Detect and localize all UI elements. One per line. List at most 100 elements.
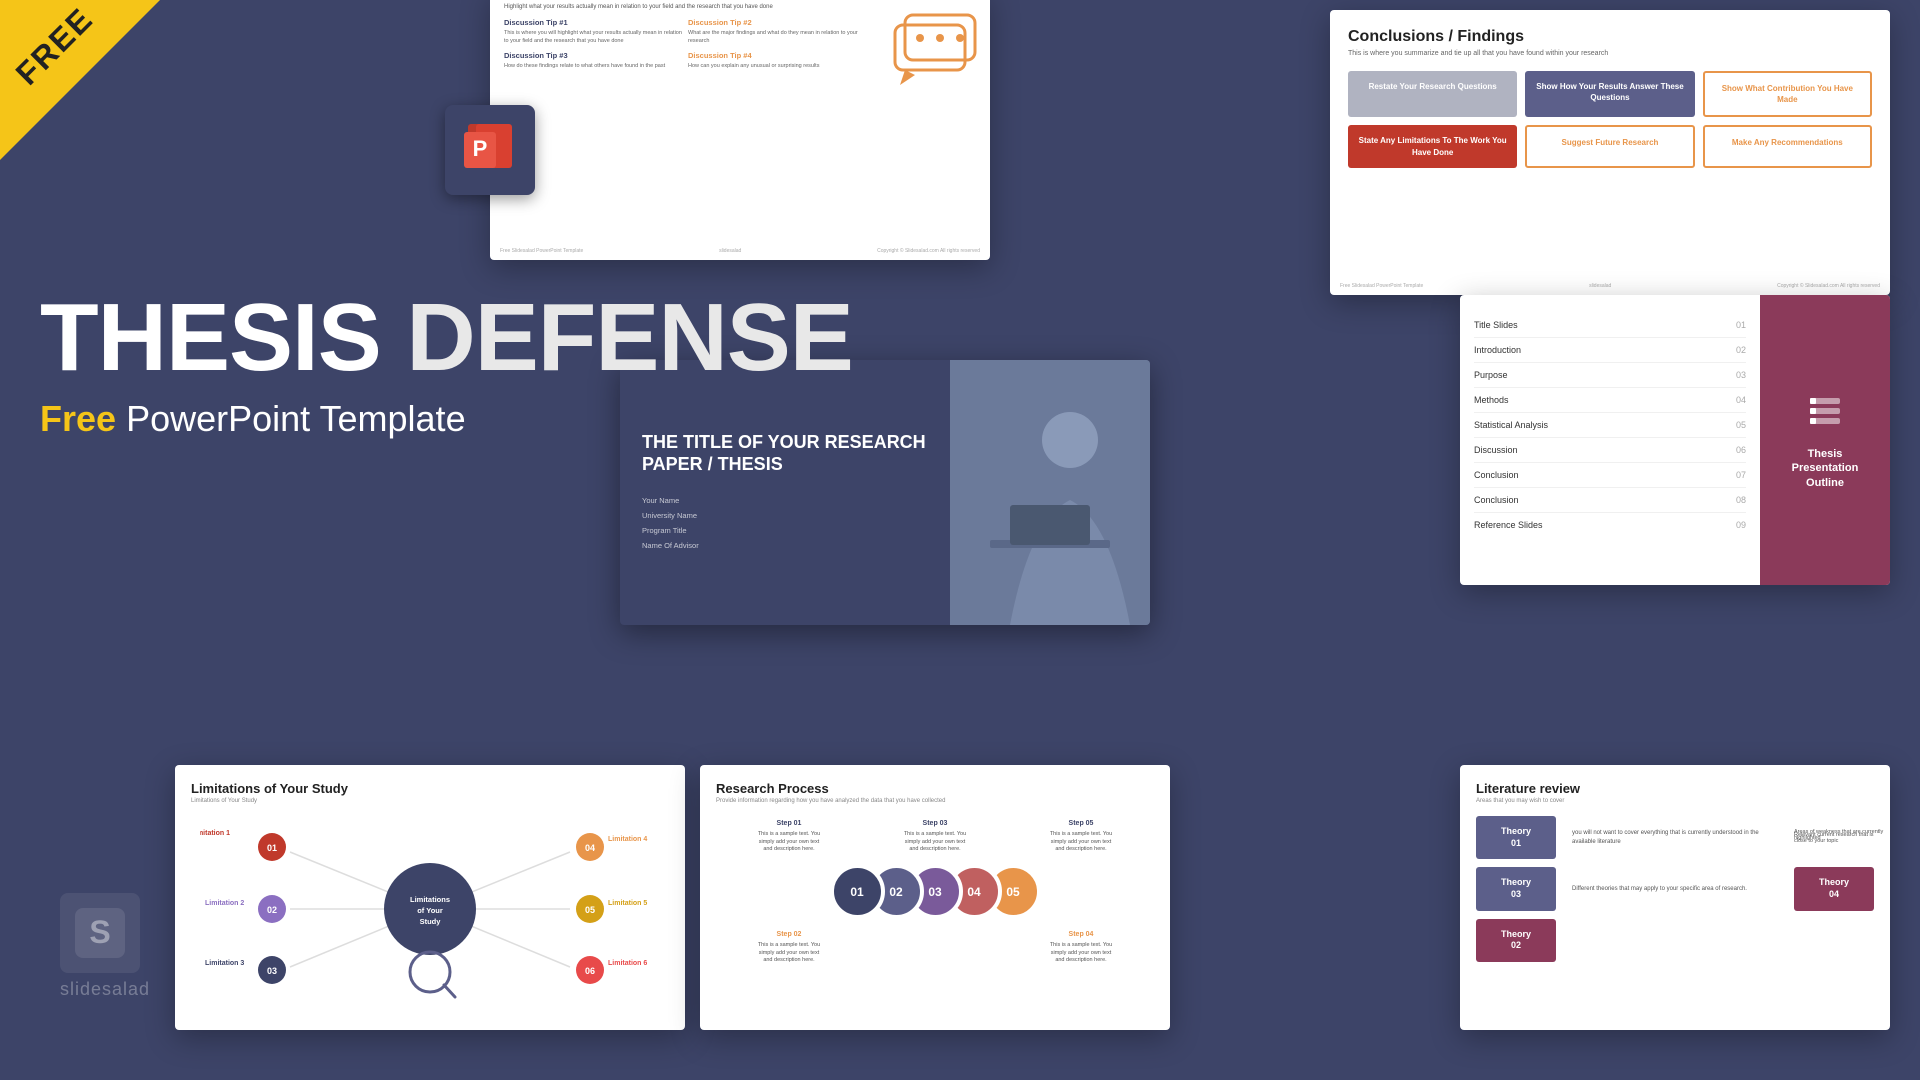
subtitle: Free PowerPoint Template (40, 398, 853, 440)
toc-icon (1805, 390, 1845, 435)
res-step-02-label: Step 02 (754, 931, 824, 938)
concl-footer: Free Slidesalad PowerPoint Template slid… (1330, 283, 1890, 289)
svg-text:Study: Study (420, 917, 442, 926)
slidesalad-name: slidesalad (60, 979, 150, 1000)
defense-word: DEFENSE (406, 284, 852, 391)
disc-tip2: Discussion Tip #2 What are the major fin… (688, 18, 866, 45)
toc-right-title: Thesis Presentation Outline (1774, 447, 1876, 490)
res-subtitle: Provide information regarding how you ha… (716, 798, 1154, 804)
svg-text:P: P (473, 136, 488, 161)
toc-item-3: Purpose 03 (1474, 363, 1746, 388)
ppt-icon-wrapper: P (440, 100, 540, 200)
chat-icon-svg (890, 10, 980, 100)
toc-num-7: 07 (1736, 470, 1746, 480)
concl-footer-right: Copyright © Slidesalad.com All rights re… (1777, 283, 1880, 289)
title-slide-photo (950, 360, 1150, 625)
lit-theory-04: Theory04 (1794, 867, 1874, 910)
disc-tip3-title: Discussion Tip #3 (504, 51, 682, 60)
res-step-05-desc: This is a sample text. You simply add yo… (1046, 831, 1116, 854)
chat-icon-area (890, 10, 980, 102)
disc-slide-footer: Free Slidesalad PowerPoint Template slid… (490, 248, 990, 254)
toc-label-6: Discussion (1474, 445, 1518, 455)
concl-footer-slidesalad: slidesalad (1589, 283, 1611, 289)
svg-text:02: 02 (267, 905, 277, 915)
toc-num-9: 09 (1736, 520, 1746, 530)
res-step-04-desc: This is a sample text. You simply add yo… (1046, 942, 1116, 965)
svg-text:Limitations: Limitations (410, 895, 450, 904)
toc-num-3: 03 (1736, 370, 1746, 380)
concl-subtitle: This is where you summarize and tie up a… (1348, 50, 1872, 57)
ppt-icon-bg: P (445, 105, 535, 195)
disc-tip3: Discussion Tip #3 How do these findings … (504, 51, 682, 71)
slide-research: Research Process Provide information reg… (700, 765, 1170, 1030)
slide-limitations: Limitations of Your Study Limitations of… (175, 765, 685, 1030)
toc-num-1: 01 (1736, 320, 1746, 330)
svg-text:Limitation 4: Limitation 4 (608, 836, 647, 843)
toc-right: Thesis Presentation Outline (1760, 295, 1890, 585)
concl-box4: State Any Limitations To The Work You Ha… (1348, 125, 1517, 167)
res-title: Research Process (716, 781, 1154, 796)
lit-theory-02: Theory02 (1476, 919, 1556, 962)
lit-theory-03: Theory03 (1476, 867, 1556, 910)
lit-desc-01: you will not want to cover everything th… (1564, 829, 1786, 847)
toc-item-8: Conclusion 08 (1474, 488, 1746, 513)
res-step-02-desc: This is a sample text. You simply add yo… (754, 942, 824, 965)
concl-title: Conclusions / Findings (1348, 28, 1872, 46)
toc-num-6: 06 (1736, 445, 1746, 455)
res-circles: 01 02 03 04 05 (716, 864, 1154, 919)
res-step-05: Step 05 This is a sample text. You simpl… (1046, 820, 1116, 854)
res-step-01: Step 01 This is a sample text. You simpl… (754, 820, 824, 854)
concl-box1: Restate Your Research Questions (1348, 71, 1517, 117)
disc-tip3-body: How do these findings relate to what oth… (504, 63, 682, 71)
toc-item-1: Title Slides 01 (1474, 313, 1746, 338)
toc-item-4: Methods 04 (1474, 388, 1746, 413)
slidesalad-svg-icon: S (70, 903, 130, 963)
lit-desc-03: Different theories that may apply to you… (1564, 885, 1786, 894)
lim-subtitle: Limitations of Your Study (191, 798, 669, 804)
res-step-01-desc: This is a sample text. You simply add yo… (754, 831, 824, 854)
res-steps-top: Step 01 This is a sample text. You simpl… (716, 820, 1154, 854)
res-step-04: Step 04 This is a sample text. You simpl… (1046, 931, 1116, 965)
res-step-01-label: Step 01 (754, 820, 824, 827)
slide-literature: Literature review Areas that you may wis… (1460, 765, 1890, 1030)
disc-tip1-title: Discussion Tip #1 (504, 18, 682, 27)
disc-footer-right: slidesalad (719, 248, 741, 254)
toc-num-8: 08 (1736, 495, 1746, 505)
disc-tip4-title: Discussion Tip #4 (688, 51, 866, 60)
main-title-area: THESIS DEFENSE Free PowerPoint Template (40, 290, 853, 440)
disc-tip4: Discussion Tip #4 How can you explain an… (688, 51, 866, 71)
disc-tip2-body: What are the major findings and what do … (688, 30, 866, 45)
concl-box3: Show What Contribution You Have Made (1703, 71, 1872, 117)
concl-bottom-grid: State Any Limitations To The Work You Ha… (1348, 125, 1872, 167)
disc-footer-left: Free Slidesalad PowerPoint Template (500, 248, 583, 254)
lit-extra-desc: Areas of weakness that are currently hig… (1790, 825, 1890, 845)
lit-theory-01: Theory01 (1476, 816, 1556, 859)
main-title: THESIS DEFENSE (40, 290, 853, 386)
subtitle-rest: PowerPoint Template (126, 398, 466, 439)
toc-item-6: Discussion 06 (1474, 438, 1746, 463)
res-spacer (900, 931, 970, 965)
toc-label-7: Conclusion (1474, 470, 1519, 480)
toc-label-1: Title Slides (1474, 320, 1518, 330)
svg-text:Limitation 5: Limitation 5 (608, 900, 647, 907)
toc-label-4: Methods (1474, 395, 1509, 405)
svg-text:06: 06 (585, 966, 595, 976)
svg-text:Limitation 6: Limitation 6 (608, 960, 647, 967)
svg-text:Limitation 1: Limitation 1 (200, 830, 230, 837)
slide-conclusions: Conclusions / Findings This is where you… (1330, 10, 1890, 295)
res-step-03-desc: This is a sample text. You simply add yo… (900, 831, 970, 854)
lit-title: Literature review (1476, 781, 1874, 796)
svg-text:S: S (89, 914, 110, 950)
svg-text:of Your: of Your (417, 906, 443, 915)
lit-subtitle: Areas that you may wish to cover (1476, 798, 1874, 804)
slide-toc: Title Slides 01 Introduction 02 Purpose … (1460, 295, 1890, 585)
toc-label-5: Statistical Analysis (1474, 420, 1548, 430)
subtitle-free: Free (40, 398, 116, 439)
toc-item-7: Conclusion 07 (1474, 463, 1746, 488)
toc-label-9: Reference Slides (1474, 520, 1543, 530)
svg-text:03: 03 (267, 966, 277, 976)
thesis-word: THESIS (40, 284, 381, 391)
svg-text:Limitation 3: Limitation 3 (205, 960, 244, 967)
toc-item-2: Introduction 02 (1474, 338, 1746, 363)
title-slide-advisor: Name Of Advisor (642, 538, 928, 553)
